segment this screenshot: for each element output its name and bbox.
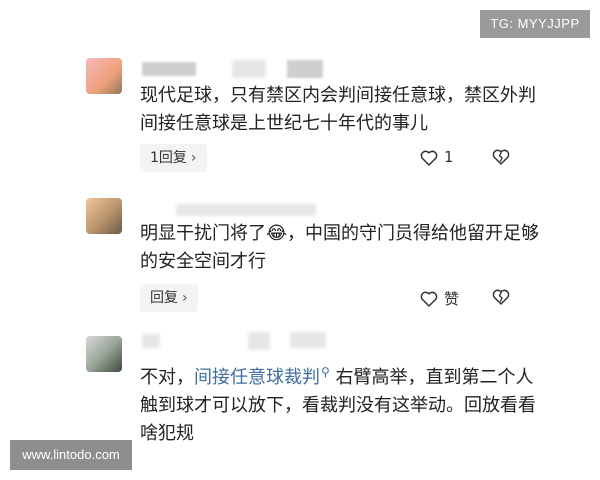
reply-label: 1回复 [150, 150, 187, 166]
meta-redacted [290, 332, 326, 348]
like-button[interactable]: 1 [420, 148, 454, 166]
chevron-right-icon: › [182, 290, 188, 306]
username-redacted [142, 334, 160, 348]
watermark-site: www.lintodo.com [10, 440, 132, 470]
reply-label: 回复 [150, 290, 178, 306]
search-icon[interactable]: ⚲ [321, 358, 330, 386]
like-label: 赞 [444, 290, 460, 308]
reply-button[interactable]: 回复 › [140, 284, 198, 312]
watermark-telegram: TG: MYYJJPP [480, 10, 590, 38]
timestamp-redacted [232, 60, 266, 78]
comment-text-part: 不对， [140, 367, 194, 388]
username-redacted [142, 62, 196, 76]
laughing-emoji: 😂 [266, 223, 288, 244]
avatar[interactable] [86, 336, 122, 372]
heart-icon [420, 291, 438, 307]
comment-text: 明显干扰门将了😂，中国的守门员得给他留开足够的安全空间才行 [140, 220, 540, 276]
search-link[interactable]: 间接任意球裁判 [194, 367, 320, 388]
dislike-button[interactable] [492, 148, 510, 165]
comment-text: 不对，间接任意球裁判⚲ 右臂高举，直到第二个人触到球才可以放下，看裁判没有这举动… [140, 358, 540, 448]
like-count: 1 [444, 148, 454, 166]
broken-heart-icon [492, 289, 510, 305]
heart-icon [420, 150, 438, 166]
avatar[interactable] [86, 58, 122, 94]
dislike-button[interactable] [492, 288, 510, 305]
avatar[interactable] [86, 198, 122, 234]
comment-text-part: 明显干扰门将了 [140, 223, 266, 244]
like-button[interactable]: 赞 [420, 288, 459, 309]
broken-heart-icon [492, 149, 510, 165]
timestamp-redacted [248, 332, 270, 350]
meta-redacted [287, 60, 323, 78]
comment-text: 现代足球，只有禁区内会判间接任意球，禁区外判间接任意球是上世纪七十年代的事儿 [140, 85, 536, 134]
chevron-right-icon: › [190, 150, 197, 166]
reply-button[interactable]: 1回复 › [140, 144, 207, 172]
username-redacted [176, 204, 316, 216]
